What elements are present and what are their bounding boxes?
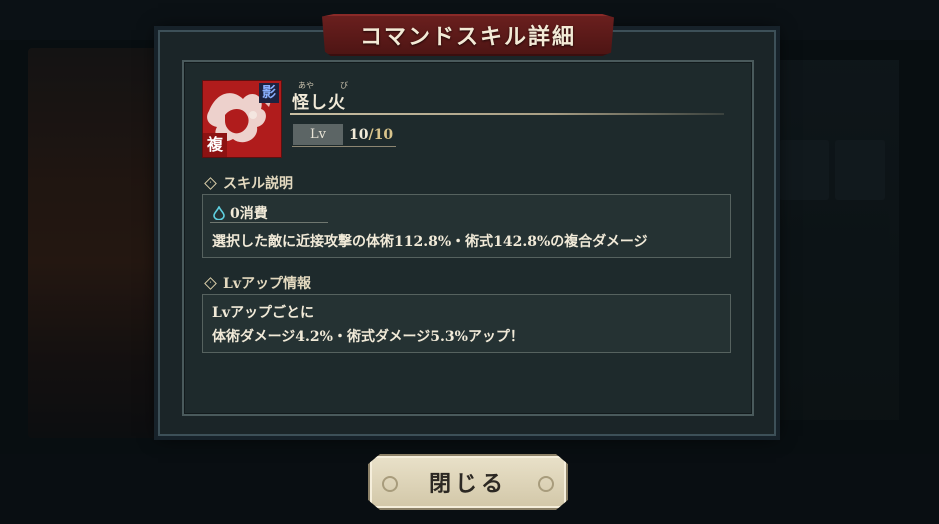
levelup-line-2: 体術ダメージ4.2%・術式ダメージ5.3%アップ！ <box>212 329 524 345</box>
levelup-info-heading: Lvアップ情報 <box>204 273 311 293</box>
levelup-line-1: Lvアップごとに <box>212 305 314 321</box>
diamond-icon <box>204 176 217 190</box>
ornament-icon <box>538 476 554 492</box>
dialog-title-banner: コマンドスキル詳細 <box>322 14 614 56</box>
diamond-icon <box>204 276 217 290</box>
skill-description-heading: スキル説明 <box>204 173 293 193</box>
ornament-icon <box>382 476 398 492</box>
cost-row: 0消費 <box>212 203 268 223</box>
divider <box>290 113 724 115</box>
shadow-badge: 影 <box>259 83 279 103</box>
level-label: Lv <box>293 124 343 145</box>
composite-badge: 複 <box>203 133 227 157</box>
divider <box>210 222 328 223</box>
section-title: スキル説明 <box>223 176 293 192</box>
skill-name: 怪し火 <box>292 93 346 113</box>
level-value: 10 /10 <box>349 124 393 145</box>
skill-icon: 影 複 <box>202 80 282 158</box>
divider <box>292 146 396 147</box>
level-current: 10 <box>349 126 369 143</box>
section-title: Lvアップ情報 <box>223 276 311 292</box>
dialog-title: コマンドスキル詳細 <box>359 24 576 50</box>
water-drop-icon <box>213 206 225 220</box>
skill-description-text: 選択した敵に近接攻撃の体術112.8%・術式142.8%の複合ダメージ <box>212 234 648 250</box>
close-button-label: 閉じる <box>428 471 507 497</box>
cost-text: 0消費 <box>230 206 268 222</box>
close-button[interactable]: 閉じる <box>368 454 568 510</box>
level-max: /10 <box>368 126 394 143</box>
